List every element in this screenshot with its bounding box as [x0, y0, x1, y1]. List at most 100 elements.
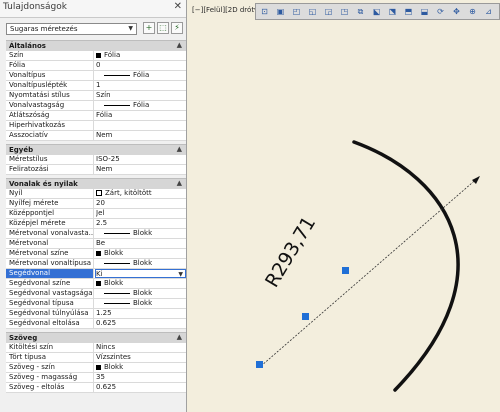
property-value[interactable]: Blokk [96, 289, 186, 298]
property-row[interactable]: Segédvonal típusa Blokk [6, 299, 186, 309]
property-row[interactable]: Vonalvastagság Fólia [6, 101, 186, 111]
dimension-line[interactable] [260, 175, 481, 367]
property-value-text: Jel [96, 209, 105, 217]
property-value[interactable]: Vízszintes [96, 353, 186, 362]
property-value-text: Blokk [133, 259, 153, 267]
property-row[interactable]: Középpontjel Jel [6, 209, 186, 219]
property-name: Nyílfej mérete [6, 199, 94, 208]
property-row[interactable]: Nyomtatási stílus Szín [6, 91, 186, 101]
property-value-text: Vízszintes [96, 353, 131, 361]
property-value[interactable]: Blokk [96, 259, 186, 268]
property-value[interactable]: Blokk [96, 363, 186, 372]
property-row[interactable]: Szöveg - eltolás 0.625 [6, 383, 186, 393]
property-row[interactable]: Vonaltípuslépték 1 [6, 81, 186, 91]
property-value[interactable]: Nincs [96, 343, 186, 352]
quick-select-icon[interactable]: ⚡ [171, 22, 183, 34]
property-value[interactable]: Nem [96, 165, 186, 174]
property-value-text: Blokk [133, 229, 153, 237]
object-type-select[interactable]: Sugaras méretezés ▼ [6, 23, 137, 35]
property-row[interactable]: Segédvonal eltolása 0.625 [6, 319, 186, 329]
property-value[interactable]: 0.625 [96, 383, 186, 392]
collapse-icon[interactable]: ▲ [177, 333, 182, 341]
collapse-icon[interactable]: ▲ [177, 179, 182, 187]
property-value[interactable]: 20 [96, 199, 186, 208]
property-row[interactable]: Szöveg - magasság 35 [6, 373, 186, 383]
property-row[interactable]: Asszociatív Nem [6, 131, 186, 141]
line-preview [104, 104, 130, 106]
property-row[interactable]: Segédvonal vastagsága Blokk [6, 289, 186, 299]
section-header[interactable]: Általános ▲ [6, 40, 186, 51]
property-value[interactable]: 0 [96, 61, 186, 70]
property-row[interactable]: Szín Fólia [6, 51, 186, 61]
collapse-icon[interactable]: ▲ [177, 41, 182, 49]
property-value[interactable]: Blokk [96, 299, 186, 308]
color-swatch [96, 250, 101, 256]
property-value[interactable]: Szín [96, 91, 186, 100]
close-icon[interactable]: ✕ [174, 1, 182, 12]
grip-handle[interactable] [256, 361, 263, 368]
property-row[interactable]: Középjel mérete 2.5 [6, 219, 186, 229]
property-row[interactable]: Nyíl Zárt, kitöltött [6, 189, 186, 199]
property-row[interactable]: Méretvonal vonalvasta... Blokk [6, 229, 186, 239]
property-row[interactable]: Fólia 0 [6, 61, 186, 71]
select-objects-icon[interactable]: ⬚ [157, 22, 169, 34]
property-row[interactable]: Feliratozási Nem [6, 165, 186, 175]
grip-handle[interactable] [342, 267, 349, 274]
property-row[interactable]: Méretvonal színe Blokk [6, 249, 186, 259]
property-value-text: Blokk [133, 289, 153, 297]
property-value[interactable]: 35 [96, 373, 186, 382]
property-name: Vonaltípus [6, 71, 94, 80]
property-value[interactable]: Fólia [96, 111, 186, 120]
property-value[interactable]: Fólia [96, 101, 186, 110]
section-title: Általános [9, 42, 46, 50]
chevron-down-icon[interactable]: ▼ [178, 270, 183, 277]
property-row[interactable]: Vonaltípus Fólia [6, 71, 186, 81]
drawing-canvas[interactable] [187, 0, 500, 412]
property-value[interactable]: 2.5 [96, 219, 186, 228]
property-name: Méretvonal színe [6, 249, 94, 258]
property-name: Asszociatív [6, 131, 94, 140]
arc[interactable] [352, 140, 460, 392]
property-value-text: Fólia [133, 101, 150, 109]
section-title: Egyéb [9, 146, 34, 154]
property-value[interactable]: 1.25 [96, 309, 186, 318]
property-name: Fólia [6, 61, 94, 70]
property-value[interactable]: Blokk [96, 249, 186, 258]
section-header[interactable]: Egyéb ▲ [6, 144, 186, 155]
property-row[interactable]: Segédvonal Ki ▼ [6, 269, 186, 279]
panel-toolbar: Sugaras méretezés ▼ + ⬚ ⚡ [0, 17, 186, 39]
collapse-icon[interactable]: ▲ [177, 145, 182, 153]
grip-handle[interactable] [302, 313, 309, 320]
property-row[interactable]: Nyílfej mérete 20 [6, 199, 186, 209]
property-row[interactable]: Kitöltési szín Nincs [6, 343, 186, 353]
section-header[interactable]: Szöveg ▲ [6, 332, 186, 343]
property-value-text: Nincs [96, 343, 116, 351]
property-value[interactable]: ISO-25 [96, 155, 186, 164]
property-value[interactable] [96, 121, 186, 130]
property-row[interactable]: Segédvonal túlnyúlása 1.25 [6, 309, 186, 319]
property-row[interactable]: Méretvonal Be [6, 239, 186, 249]
property-value[interactable]: 0.625 [96, 319, 186, 328]
property-row[interactable]: Méretvonal vonaltípusa Blokk [6, 259, 186, 269]
property-value[interactable]: Fólia [96, 71, 186, 80]
property-value[interactable]: Nem [96, 131, 186, 140]
toggle-pickadd-icon[interactable]: + [143, 22, 155, 34]
property-value[interactable]: 1 [96, 81, 186, 90]
property-value[interactable]: Ki ▼ [95, 269, 186, 278]
property-row[interactable]: Hiperhivatkozás [6, 121, 186, 131]
section-title: Vonalak és nyilak [9, 180, 78, 188]
property-row[interactable]: Szöveg - szín Blokk [6, 363, 186, 373]
line-preview [104, 302, 130, 304]
property-value[interactable]: Jel [96, 209, 186, 218]
property-row[interactable]: Méretstílus ISO-25 [6, 155, 186, 165]
property-row[interactable]: Segédvonal színe Blokk [6, 279, 186, 289]
property-value[interactable]: Fólia [96, 51, 186, 60]
property-row[interactable]: Átlátszóság Fólia [6, 111, 186, 121]
property-row[interactable]: Tört típusa Vízszintes [6, 353, 186, 363]
property-name: Méretstílus [6, 155, 94, 164]
property-value[interactable]: Blokk [96, 279, 186, 288]
property-value[interactable]: Zárt, kitöltött [96, 189, 186, 198]
section-header[interactable]: Vonalak és nyilak ▲ [6, 178, 186, 189]
property-value[interactable]: Blokk [96, 229, 186, 238]
property-value[interactable]: Be [96, 239, 186, 248]
